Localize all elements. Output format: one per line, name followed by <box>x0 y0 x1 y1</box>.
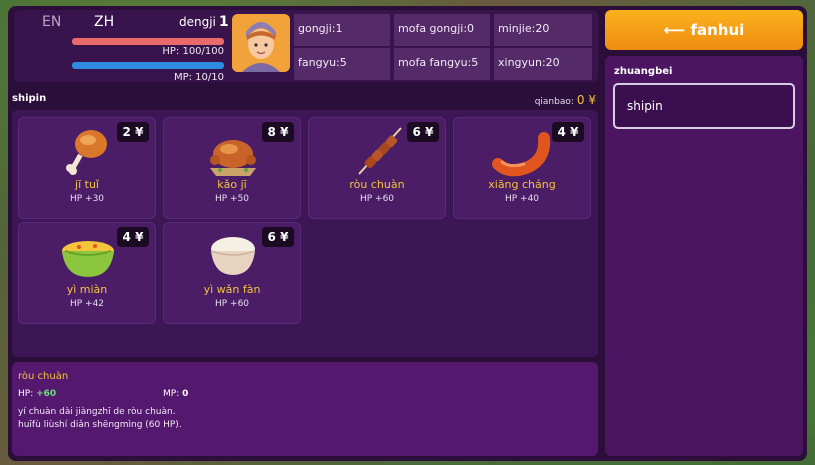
stat-fangyu: fangyu:5 <box>294 48 390 80</box>
level-display: dengji 1 <box>179 14 229 30</box>
item-grid: 2 ¥ jī tuǐ HP +30 8 ¥ kǎo jī HP +50 6 ¥ … <box>12 110 598 357</box>
player-header: EN ZH dengji 1 HP: 100/100 MP: 10/10 gong… <box>14 10 598 83</box>
stat-mofa-fangyu: mofa fangyu:5 <box>394 48 490 80</box>
detail-desc-line: yí chuàn dài jiàngzhī de ròu chuàn. <box>18 407 176 417</box>
item-effect: HP +42 <box>69 299 105 309</box>
drumstick-icon <box>53 124 123 178</box>
item-card[interactable]: 8 ¥ kǎo jī HP +50 <box>163 117 301 219</box>
detail-mp-value: 0 <box>182 389 189 399</box>
item-effect: HP +60 <box>359 194 395 204</box>
equipment-slot[interactable]: shipin <box>613 83 795 129</box>
detail-hp: HP: +60 <box>18 389 56 399</box>
wallet-display: qianbao: 0 ¥ <box>480 93 596 107</box>
item-name: xiāng cháng <box>488 178 556 191</box>
hero-portrait <box>232 14 290 72</box>
equipment-title: zhuangbei <box>614 66 673 77</box>
item-card[interactable]: 4 ¥ xiāng cháng HP +40 <box>453 117 591 219</box>
item-name: yì miàn <box>66 283 108 296</box>
stat-gongji: gongji:1 <box>294 14 390 46</box>
mp-text: MP: 10/10 <box>173 72 224 83</box>
sausage-icon <box>488 124 558 178</box>
item-name: ròu chuàn <box>349 178 405 191</box>
equipment-panel: zhuangbei shipin <box>605 56 803 456</box>
item-price: 2 ¥ <box>117 122 149 142</box>
item-price: 4 ¥ <box>117 227 149 247</box>
detail-mp-label: MP: <box>163 389 180 399</box>
rice-bowl-icon <box>198 229 268 283</box>
shop-title: shipin <box>12 93 47 104</box>
detail-description: yí chuàn dài jiàngzhī de ròu chuàn. huīf… <box>18 406 182 432</box>
lang-en-button[interactable]: EN <box>42 14 61 30</box>
detail-desc-line: huīfù liùshí diǎn shēngmìng (60 HP). <box>18 420 182 430</box>
item-detail-panel: ròu chuàn HP: +60 MP: 0 yí chuàn dài jià… <box>12 362 598 456</box>
stat-mofa-gongji: mofa gongji:0 <box>394 14 490 46</box>
wallet-amount: 0 ¥ <box>576 93 596 107</box>
item-name: jī tuǐ <box>75 178 99 191</box>
item-effect: HP +40 <box>504 194 540 204</box>
wallet-label: qianbao: <box>534 97 574 107</box>
detail-hp-label: HP: <box>18 389 34 399</box>
item-price: 6 ¥ <box>262 227 294 247</box>
detail-item-name: ròu chuàn <box>18 371 69 382</box>
item-price: 6 ¥ <box>407 122 439 142</box>
item-price: 4 ¥ <box>552 122 584 142</box>
roast-chicken-icon <box>198 124 268 178</box>
item-effect: HP +60 <box>214 299 250 309</box>
item-card[interactable]: 4 ¥ yì miàn HP +42 <box>18 222 156 324</box>
level-label: dengji <box>179 15 216 29</box>
item-card[interactable]: 6 ¥ yì wǎn fàn HP +60 <box>163 222 301 324</box>
item-effect: HP +30 <box>69 194 105 204</box>
item-card[interactable]: 6 ¥ ròu chuàn HP +60 <box>308 117 446 219</box>
hp-text: HP: 100/100 <box>162 46 224 57</box>
meat-skewer-icon <box>343 124 413 178</box>
item-name: yì wǎn fàn <box>203 283 261 296</box>
hp-bar <box>72 38 224 45</box>
item-name: kǎo jī <box>217 178 247 191</box>
back-button[interactable]: ⟵ fanhui <box>605 10 803 50</box>
item-effect: HP +50 <box>214 194 250 204</box>
detail-mp: MP: 0 <box>163 389 188 399</box>
lang-zh-button[interactable]: ZH <box>94 14 114 30</box>
item-card[interactable]: 2 ¥ jī tuǐ HP +30 <box>18 117 156 219</box>
stat-minjie: minjie:20 <box>494 14 592 46</box>
item-price: 8 ¥ <box>262 122 294 142</box>
noodle-bowl-icon <box>53 229 123 283</box>
level-value: 1 <box>218 14 229 30</box>
mp-bar <box>72 62 224 69</box>
detail-hp-value: +60 <box>36 389 57 399</box>
stat-xingyun: xingyun:20 <box>494 48 592 80</box>
